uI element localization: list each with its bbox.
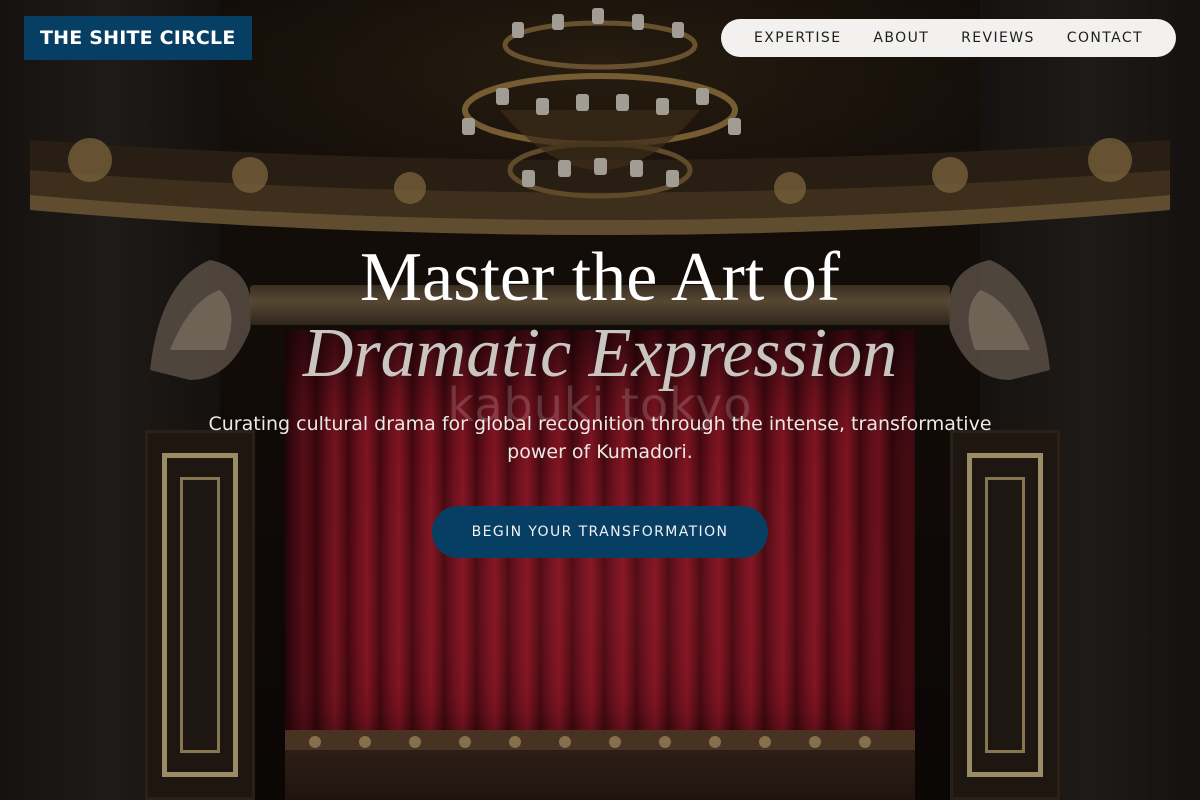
nav-link-contact[interactable]: CONTACT (1067, 30, 1143, 46)
nav-link-about[interactable]: ABOUT (873, 30, 929, 46)
nav-link-expertise[interactable]: EXPERTISE (754, 30, 841, 46)
hero-subtitle: Curating cultural drama for global recog… (208, 413, 992, 463)
hero-section: kabuki tokyo Master the Art of Dramatic … (0, 239, 1200, 558)
hero-title-line1: Master the Art of (359, 239, 841, 316)
main-nav: EXPERTISE ABOUT REVIEWS CONTACT (721, 19, 1176, 57)
nav-link-reviews[interactable]: REVIEWS (961, 30, 1035, 46)
site-logo[interactable]: THE SHITE CIRCLE (24, 16, 252, 60)
begin-transformation-button[interactable]: BEGIN YOUR TRANSFORMATION (432, 506, 768, 558)
